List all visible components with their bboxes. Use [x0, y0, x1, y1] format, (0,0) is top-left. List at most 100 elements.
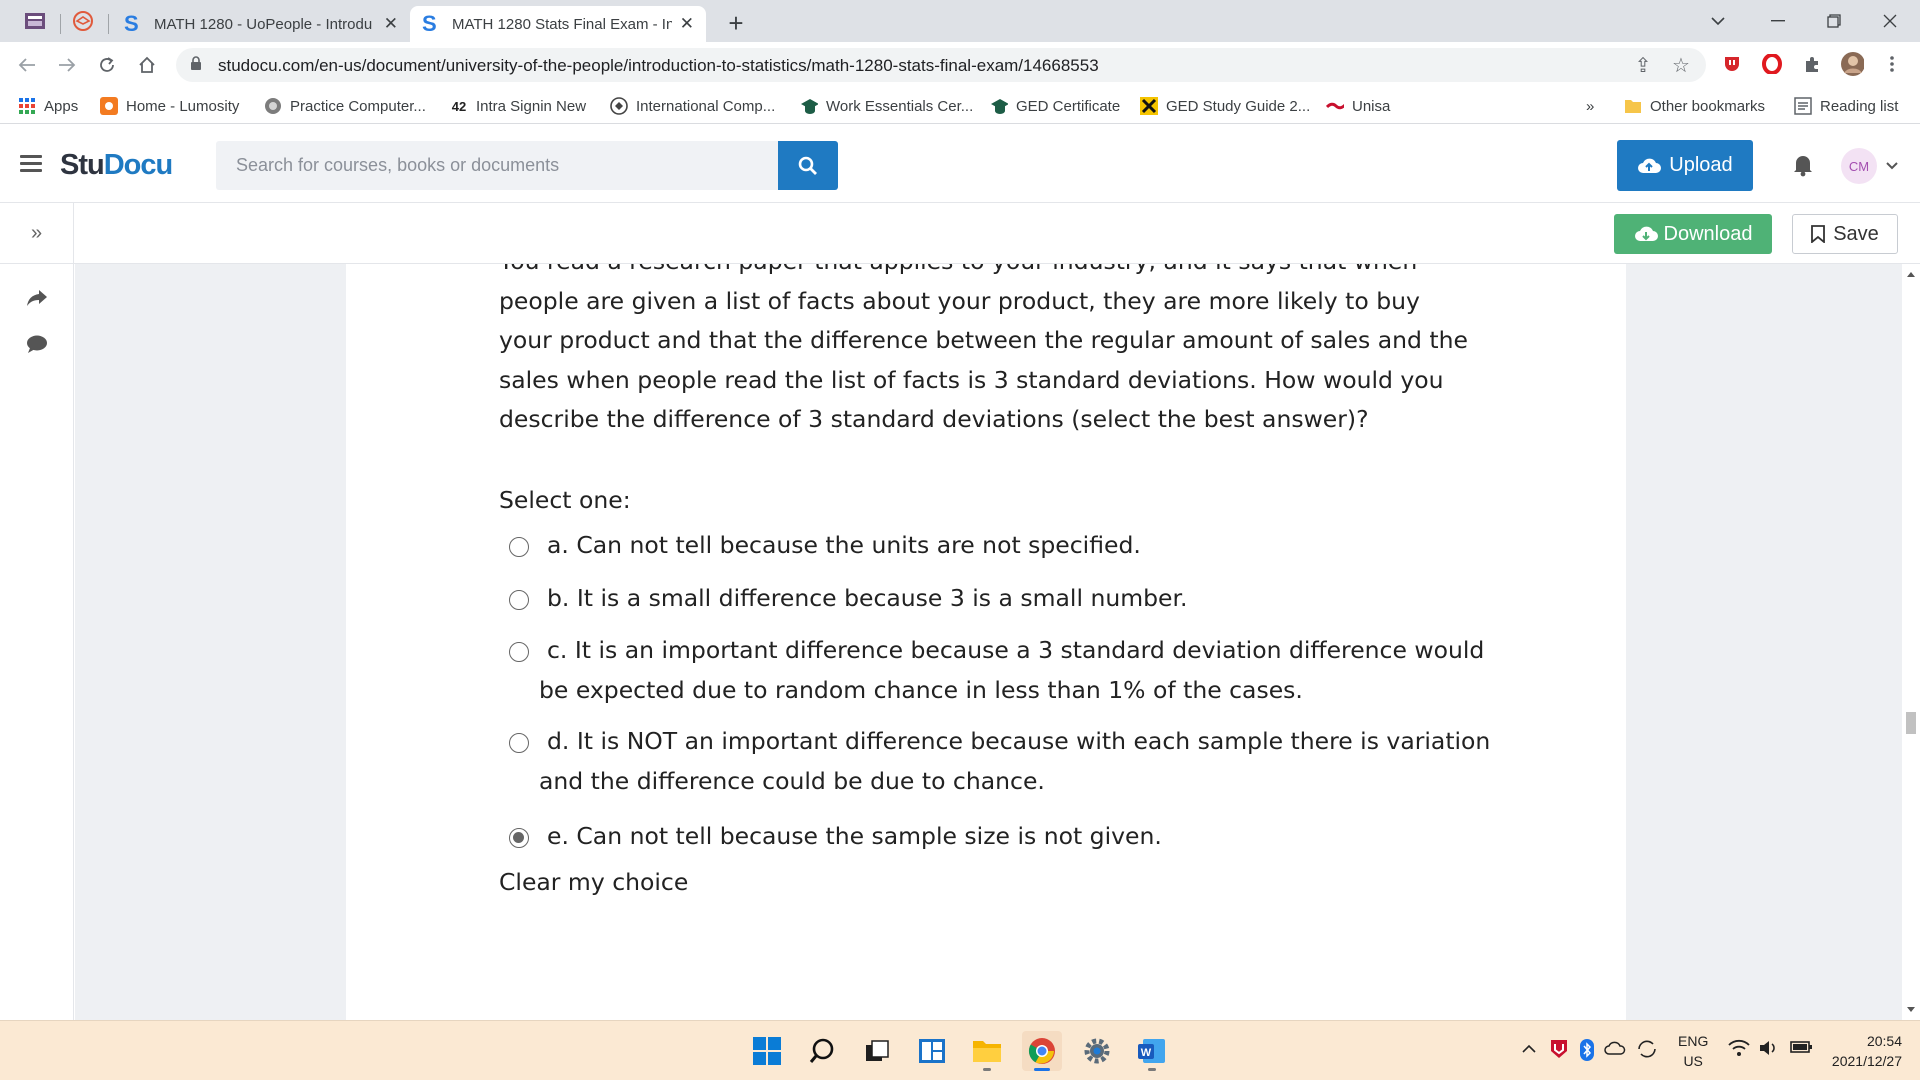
search-input[interactable]	[216, 141, 779, 190]
share-arrow-icon[interactable]	[25, 286, 49, 310]
tab-title: MATH 1280 - UoPeople - Introdu	[154, 15, 373, 33]
bookmark-ged-certificate[interactable]: GED Certificate	[990, 95, 1120, 117]
volume-icon[interactable]	[1758, 1039, 1780, 1060]
scroll-up-arrow-icon[interactable]	[1907, 272, 1915, 277]
bookmark-lumosity[interactable]: Home - Lumosity	[100, 95, 239, 117]
extension-ublock-icon[interactable]	[1720, 52, 1744, 76]
browser-toolbar: studocu.com/en-us/document/university-of…	[0, 42, 1920, 88]
studocu-logo[interactable]: StuDocu	[60, 149, 173, 182]
question-text: You read a research paper that applies t…	[499, 264, 1468, 433]
extension-opera-icon[interactable]	[1760, 52, 1784, 76]
bookmark-label: Other bookmarks	[1650, 97, 1766, 115]
bookmark-label: GED Certificate	[1016, 97, 1121, 115]
file-explorer-button[interactable]	[967, 1031, 1007, 1071]
intra-icon: 42	[451, 98, 467, 114]
user-avatar[interactable]: CM	[1841, 148, 1877, 184]
back-button[interactable]	[12, 50, 42, 80]
home-button[interactable]	[132, 50, 162, 80]
bookmark-label: Apps	[44, 97, 79, 115]
extensions-puzzle-icon[interactable]	[1800, 52, 1824, 76]
download-button[interactable]: Download	[1614, 214, 1772, 254]
profile-avatar-icon[interactable]	[1840, 52, 1864, 76]
upload-label: Upload	[1669, 154, 1733, 176]
bookmark-international-comp[interactable]: International Comp...	[610, 95, 775, 117]
reload-button[interactable]	[92, 50, 122, 80]
scrollbar-thumb[interactable]	[1906, 712, 1916, 734]
tab-math1280-final-exam[interactable]: S MATH 1280 Stats Final Exam - Int ✕	[410, 6, 706, 42]
windows-start-button[interactable]	[747, 1031, 787, 1071]
forward-button[interactable]	[52, 50, 82, 80]
clear-choice-link[interactable]: Clear my choice	[499, 868, 688, 896]
expand-sidebar-button[interactable]: »	[0, 203, 74, 264]
bookmarks-overflow-button[interactable]: »	[1586, 95, 1594, 117]
restore-button[interactable]	[1806, 0, 1862, 42]
show-hidden-icons-icon[interactable]	[1522, 1041, 1536, 1057]
tab-search-button[interactable]	[1690, 0, 1746, 42]
pinned-site-icon	[25, 13, 45, 29]
mcafee-icon[interactable]	[1550, 1039, 1568, 1062]
scroll-down-arrow-icon[interactable]	[1907, 1007, 1915, 1012]
document-viewer: You read a research paper that applies t…	[75, 264, 1902, 1020]
close-window-button[interactable]	[1862, 0, 1918, 42]
word-taskbar-button[interactable]: W	[1132, 1031, 1172, 1071]
option-label: c. It is an important difference because…	[539, 636, 1485, 704]
close-tab-icon[interactable]: ✕	[680, 14, 694, 34]
radio-button-e[interactable]	[509, 828, 529, 848]
upload-button[interactable]: Upload	[1617, 140, 1753, 191]
radio-button-d[interactable]	[509, 733, 529, 753]
chevron-down-icon[interactable]	[1886, 157, 1898, 173]
option-d[interactable]: d. It is NOT an important difference bec…	[499, 722, 1499, 801]
bookmark-ged-study-guide[interactable]: GED Study Guide 2...	[1140, 95, 1310, 117]
option-b[interactable]: b. It is a small difference because 3 is…	[499, 579, 1499, 619]
bluetooth-icon[interactable]	[1580, 1039, 1594, 1064]
chrome-menu-icon[interactable]	[1880, 52, 1904, 76]
lock-icon	[191, 56, 201, 70]
comment-icon[interactable]	[25, 332, 49, 356]
studocu-favicon: S	[422, 11, 437, 36]
vertical-scrollbar[interactable]	[1902, 264, 1920, 1020]
new-tab-button[interactable]: +	[722, 8, 750, 39]
bookmark-apps[interactable]: Apps	[18, 95, 78, 117]
option-c[interactable]: c. It is an important difference because…	[499, 631, 1499, 710]
task-view-icon	[866, 1040, 889, 1061]
bookmark-star-icon[interactable]: ☆	[1670, 55, 1692, 77]
battery-icon[interactable]	[1790, 1039, 1814, 1058]
save-button[interactable]: Save	[1792, 214, 1898, 254]
taskbar-search-button[interactable]	[802, 1031, 842, 1071]
onedrive-icon[interactable]	[1604, 1041, 1626, 1058]
bookmark-practice-computer[interactable]: Practice Computer...	[264, 95, 426, 117]
reading-list-icon	[1794, 97, 1812, 115]
reading-list[interactable]: Reading list	[1794, 95, 1898, 117]
home-icon	[139, 56, 155, 73]
arrow-right-icon	[59, 58, 76, 72]
wifi-icon[interactable]	[1728, 1039, 1750, 1060]
search-button[interactable]	[778, 141, 838, 190]
lumosity-icon	[100, 97, 118, 115]
option-e[interactable]: e. Can not tell because the sample size …	[499, 817, 1499, 857]
settings-taskbar-button[interactable]	[1077, 1031, 1117, 1071]
chrome-taskbar-button[interactable]	[1022, 1031, 1062, 1071]
share-icon[interactable]: ⇪	[1632, 55, 1654, 77]
close-tab-icon[interactable]: ✕	[384, 14, 398, 34]
bookmark-unisa[interactable]: Unisa	[1326, 95, 1390, 117]
task-view-button[interactable]	[857, 1031, 897, 1071]
bookmark-work-essentials[interactable]: Work Essentials Cer...	[800, 95, 973, 117]
hamburger-menu-icon[interactable]	[20, 155, 42, 173]
radio-button-b[interactable]	[509, 590, 529, 610]
bell-icon[interactable]	[1792, 153, 1814, 177]
sync-icon[interactable]	[1636, 1039, 1658, 1062]
pinned-tab-1[interactable]	[22, 8, 48, 34]
tab-math1280-uopeople[interactable]: S MATH 1280 - UoPeople - Introdu ✕	[112, 6, 410, 42]
bookmark-intra-signin[interactable]: 42 Intra Signin New	[450, 95, 586, 117]
graduation-cap-icon	[800, 97, 818, 115]
address-bar[interactable]: studocu.com/en-us/document/university-of…	[176, 48, 1706, 82]
input-language-indicator[interactable]: ENG US	[1678, 1031, 1708, 1071]
radio-button-c[interactable]	[509, 642, 529, 662]
minimize-button[interactable]	[1750, 0, 1806, 42]
system-clock[interactable]: 20:54 2021/12/27	[1822, 1031, 1902, 1071]
pinned-tab-2[interactable]	[70, 8, 96, 34]
widgets-button[interactable]	[912, 1031, 952, 1071]
radio-button-a[interactable]	[509, 537, 529, 557]
option-a[interactable]: a. Can not tell because the units are no…	[499, 526, 1499, 566]
other-bookmarks[interactable]: Other bookmarks	[1624, 95, 1765, 117]
